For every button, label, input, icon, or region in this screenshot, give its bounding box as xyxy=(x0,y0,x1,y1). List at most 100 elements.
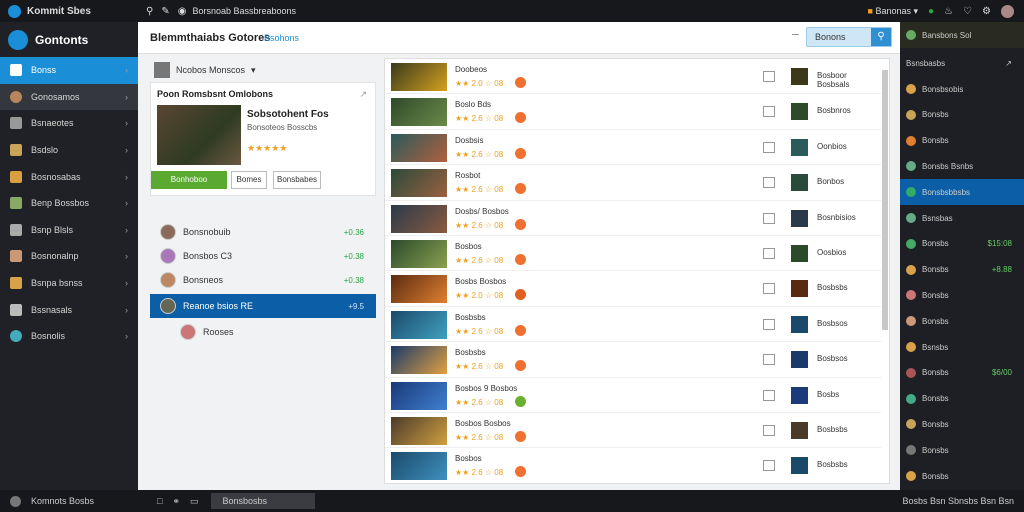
game-row[interactable]: Dosbs/ Bosbos ★★ 2.6 ☆ 08 Bosnbisios xyxy=(385,201,881,236)
game-thumbnail[interactable] xyxy=(391,63,447,91)
sidebar-item-8[interactable]: Bsnpa bsnss › xyxy=(0,270,138,297)
select-checkbox[interactable] xyxy=(763,460,775,472)
owner-name: Bosbsos xyxy=(817,318,848,328)
right-panel-row[interactable]: Bonsbs xyxy=(900,102,1024,128)
game-thumbnail[interactable] xyxy=(391,452,447,481)
select-checkbox[interactable] xyxy=(763,141,775,153)
game-row[interactable]: Boslo Bds ★★ 2.6 ☆ 08 Bosbnros xyxy=(385,94,881,130)
sidebar-item-games[interactable]: Gonosamos › xyxy=(0,83,138,111)
window-icon[interactable]: □ xyxy=(157,496,162,506)
sidebar-item-10[interactable]: Bosnolis › xyxy=(0,323,138,350)
friend-row[interactable]: Bonsnobuib +0.36 xyxy=(150,220,376,244)
game-thumbnail[interactable] xyxy=(391,310,447,339)
game-thumbnail[interactable] xyxy=(391,133,447,162)
status-pill[interactable]: Bonsbosbs xyxy=(210,493,315,509)
select-checkbox[interactable] xyxy=(763,425,775,436)
friend-row[interactable]: Rooses xyxy=(150,320,376,344)
secondary-action-button[interactable]: Bomes xyxy=(231,171,267,189)
sidebar-item-5[interactable]: Benp Bossbos › xyxy=(0,190,138,217)
status-icon: ● xyxy=(928,5,935,17)
game-row[interactable]: Doobeos ★★ 2.0 ☆ 08 Bosboor Bosbsals xyxy=(385,59,881,95)
game-row[interactable]: Bosbsbs ★★ 2.6 ☆ 08 Bosbsos xyxy=(385,307,881,343)
select-checkbox[interactable] xyxy=(763,318,775,330)
right-panel-row[interactable]: Bonsbsbbsbs xyxy=(900,179,1024,206)
right-panel-row[interactable]: Bonsbs xyxy=(900,308,1024,334)
right-panel-row[interactable]: Bsnsbas xyxy=(900,205,1024,231)
game-row[interactable]: Bosbos ★★ 2.6 ☆ 08 Oosbios xyxy=(385,236,881,272)
close-icon[interactable]: ↗ xyxy=(359,89,367,100)
game-thumbnail[interactable] xyxy=(391,98,447,127)
game-thumbnail[interactable] xyxy=(391,275,447,304)
tertiary-action-button[interactable]: Bonsbabes xyxy=(273,171,321,189)
select-checkbox[interactable] xyxy=(763,177,775,189)
select-checkbox[interactable] xyxy=(763,212,775,224)
scrollbar[interactable] xyxy=(882,70,888,330)
notification-icon[interactable]: ♨ xyxy=(944,6,953,17)
game-thumbnail[interactable] xyxy=(391,169,447,198)
sidebar-item-4[interactable]: Bosnosabas › xyxy=(0,163,138,190)
search-box[interactable]: Bonons ⚲ xyxy=(806,27,892,47)
game-thumbnail[interactable] xyxy=(391,346,447,375)
right-panel-row[interactable]: Bonsbs +8.88 xyxy=(900,257,1024,283)
settings-icon[interactable]: ⚙ xyxy=(982,6,991,17)
sidebar-item-news[interactable]: Bonss › xyxy=(0,57,138,84)
right-panel-row[interactable]: Bonsbs xyxy=(900,437,1024,463)
sidebar-item-2[interactable]: Bsnaeotes › xyxy=(0,110,138,137)
right-panel-row[interactable]: Bsnsbs xyxy=(900,334,1024,360)
game-row[interactable]: Dosbsis ★★ 2.6 ☆ 08 Oonbios xyxy=(385,130,881,166)
sidebar-item-7[interactable]: Bosnonalnp › xyxy=(0,243,138,270)
select-checkbox[interactable] xyxy=(763,106,775,118)
game-thumbnail[interactable] xyxy=(391,381,447,410)
sidebar-header[interactable]: Gontonts xyxy=(0,22,138,57)
friend-row[interactable]: Bonsneos +0.38 xyxy=(150,268,376,292)
game-row[interactable]: Bosbos ★★ 2.6 ☆ 08 Bosbsbs xyxy=(385,448,881,483)
bell-icon[interactable]: ♡ xyxy=(963,6,972,17)
select-checkbox[interactable] xyxy=(763,71,775,82)
right-panel: Bansbons Sol Bsnsbasbs ↗ Bonsbsobis Bonsb… xyxy=(900,22,1024,490)
search-button[interactable]: ⚲ xyxy=(871,28,891,46)
select-checkbox[interactable] xyxy=(763,389,775,401)
avatar[interactable] xyxy=(1001,4,1014,18)
select-checkbox[interactable] xyxy=(763,283,775,295)
game-row[interactable]: Bosbsbs ★★ 2.6 ☆ 08 Bosbsos xyxy=(385,342,881,378)
game-row[interactable]: Bosbos Bosbos ★★ 2.6 ☆ 08 Bosbsbs xyxy=(385,413,881,449)
link-icon[interactable]: ⚭ xyxy=(172,496,180,507)
friends-dropdown[interactable]: Ncobos Monscos ▾ xyxy=(154,62,256,78)
expand-icon[interactable]: ▭ xyxy=(190,496,199,507)
right-panel-row[interactable]: Bonsbs Bsnbs xyxy=(900,153,1024,179)
breadcrumb[interactable]: Bsohons xyxy=(264,33,299,43)
app-brand[interactable]: Kommit Sbes xyxy=(0,4,138,18)
right-panel-row[interactable]: Bonsbs xyxy=(900,282,1024,308)
right-panel-row[interactable]: Bonsbs xyxy=(900,128,1024,154)
game-row[interactable]: Bosbs Bosbos ★★ 2.0 ☆ 08 Bosbsbs xyxy=(385,271,881,307)
game-thumbnail[interactable] xyxy=(391,204,447,233)
sidebar-item-6[interactable]: Bsnp Blsls › xyxy=(0,217,138,244)
select-checkbox[interactable] xyxy=(763,354,775,366)
expand-icon[interactable]: ↗ xyxy=(1005,59,1012,68)
right-panel-row[interactable]: Bonsbs $6/00 xyxy=(900,360,1024,386)
game-thumbnail[interactable] xyxy=(391,417,447,445)
chat-icon[interactable] xyxy=(10,495,21,507)
sidebar-item-3[interactable]: Bsdslo › xyxy=(0,137,138,164)
search-icon[interactable]: ⚲ xyxy=(146,6,153,17)
right-panel-row[interactable]: Bonsbs $15:08 xyxy=(900,231,1024,257)
globe-icon[interactable]: ◉ xyxy=(178,6,187,17)
game-row[interactable]: Rosbot ★★ 2.6 ☆ 08 Bonbos xyxy=(385,165,881,201)
friend-row[interactable]: Bonsbos C3 +0.38 xyxy=(150,244,376,268)
select-checkbox[interactable] xyxy=(763,248,775,259)
badge-icon xyxy=(515,395,526,407)
right-panel-row[interactable]: Bonsbsobis xyxy=(900,76,1024,102)
minimize-icon[interactable] xyxy=(792,34,799,35)
user-menu[interactable]: ■ Banonas ▾ xyxy=(868,6,919,17)
sidebar-item-9[interactable]: Bssnasals › xyxy=(0,296,138,323)
game-thumbnail[interactable] xyxy=(391,240,447,268)
edit-icon[interactable]: ✎ xyxy=(161,6,169,17)
right-panel-row[interactable]: Bonsbs xyxy=(900,463,1024,489)
bottom-left-label[interactable]: Komnots Bosbs xyxy=(31,496,147,506)
primary-action-button[interactable]: Bonhoboo xyxy=(151,171,227,189)
friend-row-selected[interactable]: Reanoe bsios RE +9.5 xyxy=(150,294,376,318)
game-row[interactable]: Bosbos 9 Bosbos ★★ 2.6 ☆ 08 Bosbs xyxy=(385,378,881,413)
right-panel-row[interactable]: Bonsbs xyxy=(900,411,1024,437)
badge-icon xyxy=(515,360,526,372)
right-panel-row[interactable]: Bonsbs xyxy=(900,386,1024,412)
